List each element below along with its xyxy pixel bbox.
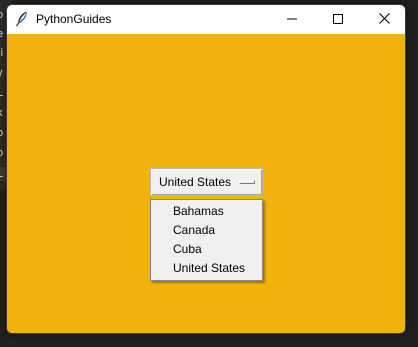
option-menu-value: United States — [159, 175, 232, 189]
country-option-menu[interactable]: United States — [150, 168, 263, 196]
close-icon — [378, 11, 390, 29]
minimize-button[interactable] — [269, 5, 315, 34]
app-window: PythonGuides United States Bahamas Canad… — [6, 4, 406, 334]
title-bar[interactable]: PythonGuides — [7, 5, 405, 34]
menu-item-united-states[interactable]: United States — [151, 259, 262, 278]
menu-item-cuba[interactable]: Cuba — [151, 240, 262, 259]
desktop: o e -i y L k o o L PythonGuides — [0, 0, 418, 347]
maximize-button[interactable] — [315, 5, 361, 34]
option-menu-dropdown: Bahamas Canada Cuba United States — [150, 199, 263, 281]
feather-icon — [15, 11, 29, 27]
minimize-icon — [287, 11, 297, 29]
window-content: United States Bahamas Canada Cuba United… — [7, 34, 405, 333]
menu-item-canada[interactable]: Canada — [151, 221, 262, 240]
window-title: PythonGuides — [36, 12, 112, 26]
option-menu-indicator-icon — [239, 180, 255, 184]
close-button[interactable] — [361, 5, 405, 34]
menu-item-bahamas[interactable]: Bahamas — [151, 202, 262, 221]
maximize-icon — [333, 11, 343, 29]
